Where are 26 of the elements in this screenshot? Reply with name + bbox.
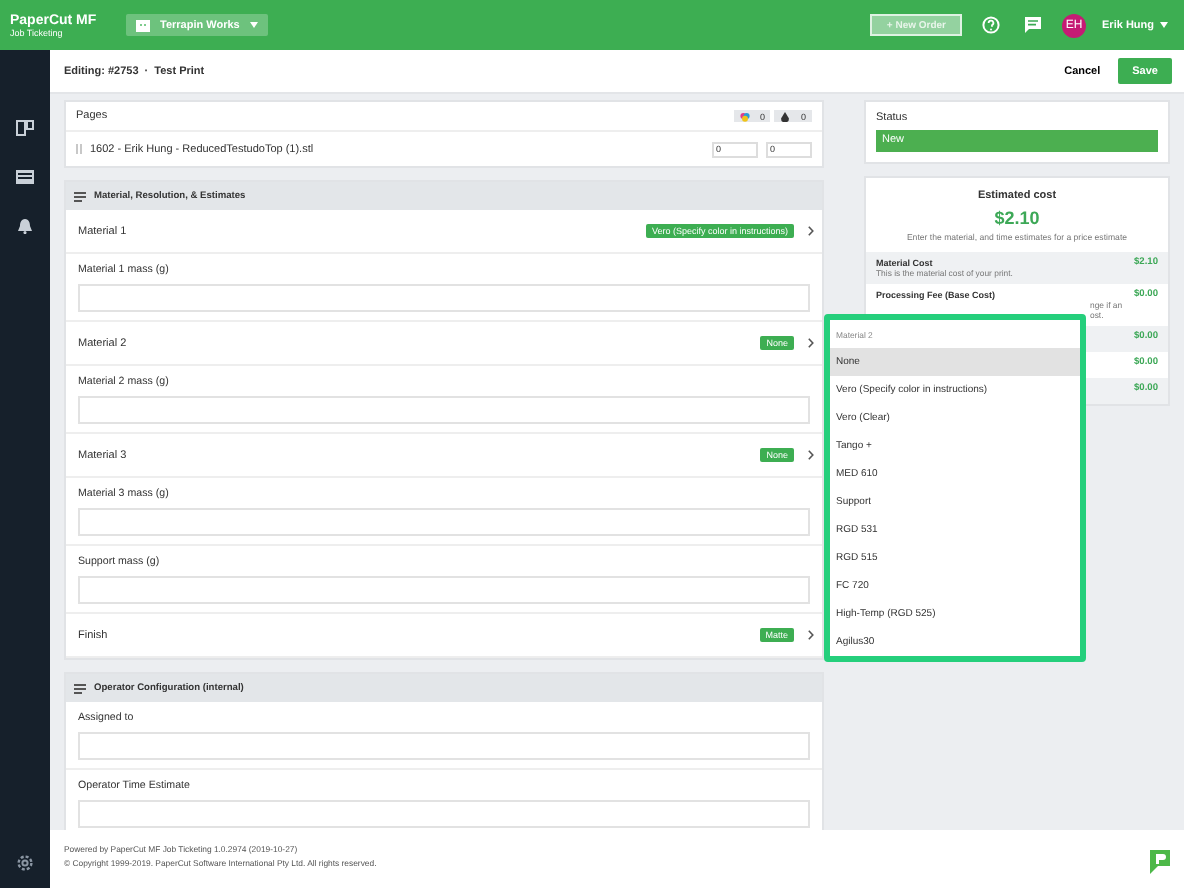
notes-icon[interactable] <box>74 683 86 693</box>
notes-icon[interactable] <box>74 191 86 201</box>
text-field[interactable] <box>78 576 810 604</box>
estimate-total: $2.10 <box>992 206 1042 232</box>
caret-icon[interactable] <box>249 22 258 28</box>
chevron-icon[interactable] <box>808 226 814 236</box>
chevron-icon[interactable] <box>808 450 814 460</box>
bell-icon[interactable] <box>18 218 32 234</box>
text-field[interactable] <box>78 800 810 828</box>
settings-icon[interactable] <box>16 854 34 872</box>
chat-icon[interactable] <box>1024 16 1043 34</box>
chevron-icon[interactable] <box>808 630 814 640</box>
text-field[interactable] <box>78 732 810 760</box>
text-field[interactable] <box>78 284 810 312</box>
drop-icon[interactable] <box>780 111 791 121</box>
list-icon[interactable] <box>16 170 34 184</box>
help-icon[interactable] <box>982 16 1001 34</box>
color-icon[interactable] <box>739 111 750 121</box>
text-field[interactable] <box>78 508 810 536</box>
drag-handle-icon[interactable] <box>76 144 82 154</box>
caret-icon[interactable] <box>1160 22 1168 28</box>
board-icon[interactable] <box>16 120 34 136</box>
building-icon[interactable] <box>136 18 150 32</box>
chevron-icon[interactable] <box>808 338 814 348</box>
chat-bubble-icon[interactable] <box>1148 848 1172 874</box>
text-field[interactable] <box>78 396 810 424</box>
